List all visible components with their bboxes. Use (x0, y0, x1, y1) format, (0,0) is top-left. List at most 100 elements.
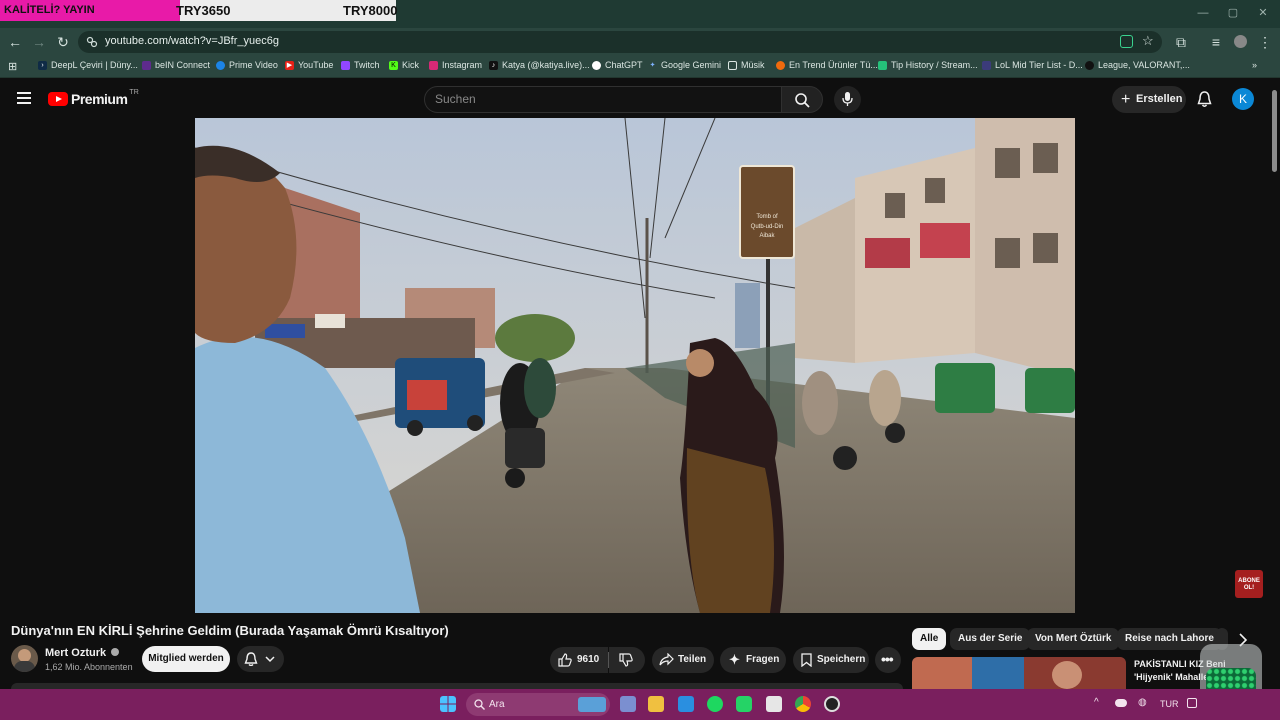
language-indicator[interactable]: TUR (1160, 699, 1179, 709)
overlay-left-text: KALİTELİ? YAYIN (0, 0, 180, 21)
create-label: Erstellen (1136, 93, 1183, 105)
subscription-bell-button[interactable] (237, 646, 284, 672)
bookmark-chatgpt[interactable]: ChatGPT (592, 60, 643, 70)
verified-icon (111, 648, 120, 656)
channel-name[interactable]: Mert Ozturk (45, 647, 120, 659)
share-button[interactable]: Teilen (652, 647, 714, 673)
plus-icon: + (1121, 91, 1131, 108)
bookmark-star-icon[interactable]: ☆ (1142, 33, 1154, 49)
chip-all[interactable]: Alle (912, 628, 947, 650)
apps-icon[interactable]: ⊞ (8, 60, 17, 73)
more-dots-icon: ••• (881, 651, 894, 667)
file-explorer-icon[interactable] (648, 696, 664, 712)
hamburger-menu-icon[interactable] (17, 92, 31, 104)
bookmark-league[interactable]: League, VALORANT,... (1085, 60, 1190, 70)
windows-taskbar: Ara ^ ◍ TUR (0, 689, 1280, 720)
video-frame: Tomb of Qutb-ud-Din Aibak (195, 118, 1075, 613)
ask-label: Fragen (746, 654, 780, 665)
more-bookmarks-icon[interactable]: » (1252, 60, 1257, 70)
profile-icon[interactable] (1231, 33, 1249, 51)
scrollbar-thumb[interactable] (1272, 90, 1277, 172)
bell-icon (244, 652, 258, 666)
task-view-icon[interactable] (620, 696, 636, 712)
bookmark-kick[interactable]: K Kick (389, 60, 419, 70)
voice-search-button[interactable] (834, 86, 861, 113)
bookmark-twitch[interactable]: Twitch (341, 60, 380, 70)
address-bar[interactable]: youtube.com/watch?v=JBfr_yuec6g ☆ (78, 31, 1162, 53)
bookmark-deepl[interactable]: › DeepL Çeviri | Düny... (38, 60, 138, 70)
chip-from-channel[interactable]: Von Mert Öztürk (1027, 628, 1120, 650)
join-membership-button[interactable]: Mitglied werden (142, 646, 230, 672)
app-icon[interactable] (766, 696, 782, 712)
onedrive-icon[interactable] (1115, 699, 1127, 707)
tab-share-icon[interactable] (1120, 35, 1133, 48)
bookmark-tip-history[interactable]: Tip History / Stream... (878, 60, 978, 70)
chip-series[interactable]: Aus der Serie (950, 628, 1031, 650)
bookmark-katya[interactable]: ♪ Katya (@katiya.live)... (489, 60, 590, 70)
subscriber-count: 1,62 Mio. Abonnenten (45, 662, 133, 672)
youtube-header: Premium TR Suchen + Erstellen K (0, 78, 1280, 120)
abone-ol-badge[interactable]: ABONE OL! (1235, 570, 1263, 598)
maximize-icon[interactable]: ▢ (1218, 4, 1248, 22)
bookmark-instagram[interactable]: Instagram (429, 60, 482, 70)
logo-text: Premium (71, 91, 128, 107)
bookmark-trend[interactable]: En Trend Ürünler Tü... (776, 60, 878, 70)
bookmark-bein[interactable]: beIN Connect (142, 60, 210, 70)
taskbar-search-label: Ara (489, 699, 505, 710)
youtube-premium-logo[interactable]: Premium TR (48, 89, 139, 107)
ask-button[interactable]: ✦ Fragen (720, 647, 786, 673)
back-icon[interactable]: ← (6, 33, 24, 51)
network-icon[interactable] (1187, 698, 1197, 708)
recommendation-thumbnail[interactable] (912, 657, 1126, 689)
url-text[interactable]: youtube.com/watch?v=JBfr_yuec6g (105, 35, 279, 47)
whatsapp-icon[interactable] (736, 696, 752, 712)
svg-text:Qutb-ud-Din: Qutb-ud-Din (751, 224, 784, 230)
save-label: Speichern (817, 654, 866, 665)
create-button[interactable]: + Erstellen (1112, 86, 1186, 113)
save-button[interactable]: Speichern (793, 647, 869, 673)
tray-overflow-icon[interactable]: ^ (1094, 697, 1099, 708)
page-scrollbar[interactable] (1270, 88, 1278, 688)
mail-icon[interactable] (678, 696, 694, 712)
minimize-icon[interactable]: — (1188, 4, 1218, 22)
forward-icon[interactable]: → (30, 33, 48, 51)
site-settings-icon[interactable] (86, 36, 98, 48)
channel-avatar[interactable] (11, 645, 38, 672)
share-label: Teilen (678, 654, 707, 665)
account-avatar[interactable]: K (1232, 88, 1254, 110)
overlay-price-1: TRY3650 (176, 3, 231, 18)
bookmark-youtube[interactable]: ▶ YouTube (285, 60, 333, 70)
like-count: 9610 (577, 654, 600, 665)
overlay-prices: TRY3650 TRY8000 (176, 0, 397, 21)
bookmark-icon (801, 653, 812, 667)
more-actions-button[interactable]: ••• (875, 647, 901, 673)
close-icon[interactable]: ✕ (1248, 4, 1278, 22)
extensions-icon[interactable]: ⧉ (1172, 33, 1190, 51)
search-button[interactable] (781, 86, 823, 113)
bookmark-prime[interactable]: Prime Video (216, 60, 278, 70)
taskbar-search[interactable]: Ara (466, 693, 610, 716)
reload-icon[interactable]: ↻ (54, 33, 72, 51)
media-controls-icon[interactable]: ≡ (1207, 33, 1225, 51)
search-icon (795, 93, 810, 108)
microphone-tray-icon[interactable]: ◍ (1138, 697, 1147, 708)
channel-name-text[interactable]: Mert Ozturk (45, 647, 106, 659)
sparkle-icon: ✦ (729, 652, 740, 667)
menu-icon[interactable]: ⋮ (1256, 33, 1274, 51)
spotify-icon[interactable] (707, 696, 723, 712)
bookmark-folder-musik[interactable]: Müsik (728, 60, 765, 70)
thumbs-up-icon (558, 653, 572, 667)
notifications-bell-icon[interactable] (1197, 91, 1212, 108)
bookmark-lol[interactable]: LoL Mid Tier List - D... (982, 60, 1083, 70)
bookmarks-bar: ⊞ › DeepL Çeviri | Düny... beIN Connect P… (0, 56, 1280, 78)
chrome-icon[interactable] (795, 696, 811, 712)
dislike-button[interactable] (609, 647, 645, 673)
bookmark-gemini[interactable]: ✦ Google Gemini (648, 60, 721, 70)
search-highlight-icon (578, 697, 606, 712)
stream-overlay: KALİTELİ? YAYIN TRY3650 TRY8000 (0, 0, 397, 21)
like-button[interactable]: 9610 (550, 647, 608, 673)
video-player[interactable]: Tomb of Qutb-ud-Din Aibak (195, 118, 1075, 613)
windows-start-icon[interactable] (440, 696, 456, 712)
obs-icon[interactable] (824, 696, 840, 712)
search-input[interactable]: Suchen (424, 86, 782, 113)
